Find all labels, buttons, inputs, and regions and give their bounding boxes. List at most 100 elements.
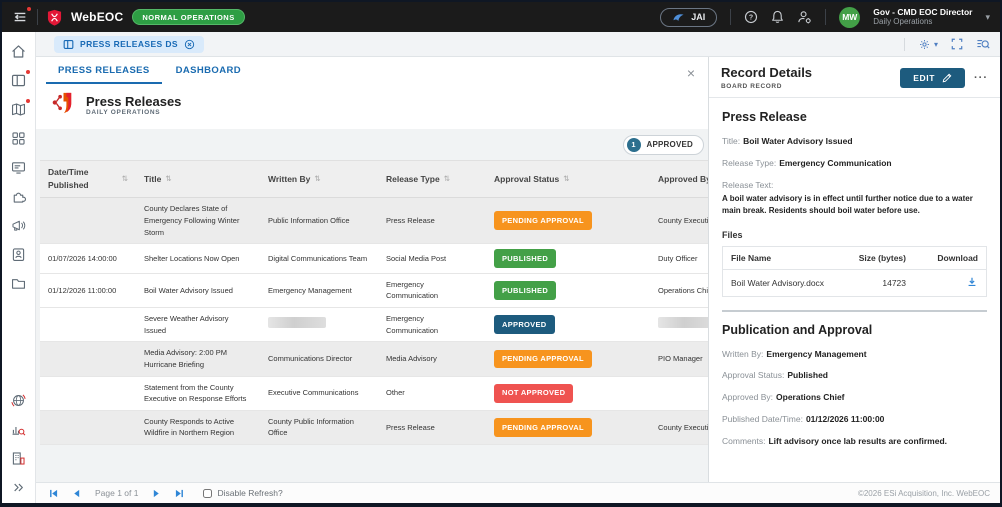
column-header-approval-status[interactable]: Approval Status ⇅	[486, 161, 650, 197]
table-row[interactable]: 01/12/2026 11:00:00Boil Water Advisory I…	[40, 274, 708, 308]
table-cell	[40, 388, 136, 398]
divider	[730, 9, 731, 25]
first-page-button[interactable]	[49, 489, 58, 498]
sidebar-displays-icon[interactable]	[10, 159, 27, 176]
sidebar-contacts-icon[interactable]	[10, 246, 27, 263]
sort-icon: ⇅	[563, 173, 569, 185]
approved-filter-chip[interactable]: 1 APPROVED	[623, 135, 705, 155]
table-cell: Executive Communications	[260, 382, 378, 404]
table-cell	[40, 216, 136, 226]
table-cell: Communications Director	[260, 348, 378, 370]
last-page-button[interactable]	[175, 489, 184, 498]
column-header-approved-by[interactable]: Approved By⇅	[650, 161, 708, 197]
sidebar-organization-icon[interactable]	[10, 450, 27, 467]
table-row[interactable]: Media Advisory: 2:00 PM Hurricane Briefi…	[40, 342, 708, 376]
table-row[interactable]: County Declares State of Emergency Follo…	[40, 198, 708, 244]
detail-field: Release Type:Emergency Communication	[722, 157, 987, 169]
jai-button[interactable]: JAI	[660, 8, 717, 27]
user-avatar[interactable]: MW	[839, 7, 860, 28]
board-icon	[63, 39, 74, 50]
column-header-release-type[interactable]: Release Type⇅	[378, 161, 486, 197]
files-table-header: File Name Size (bytes) Download	[723, 247, 986, 270]
sidebar-boards-icon[interactable]	[10, 72, 27, 89]
column-header-date[interactable]: Date/Time Published⇅	[40, 161, 136, 197]
edit-button[interactable]: EDIT	[900, 68, 965, 88]
more-menu-icon[interactable]: ···	[974, 72, 988, 84]
collapse-menu-icon[interactable]	[12, 9, 28, 25]
help-icon[interactable]: ?	[744, 10, 758, 24]
sort-icon: ⇅	[165, 173, 171, 185]
sidebar-expand-icon[interactable]	[10, 479, 27, 496]
notification-dot	[25, 98, 31, 104]
table-cell: Operations Chief	[650, 280, 708, 302]
board-tabs: PRESS RELEASES DASHBOARD	[36, 57, 708, 84]
panel-subtitle: BOARD RECORD	[721, 83, 812, 91]
column-label: Approved By	[658, 173, 708, 186]
redacted-value	[658, 317, 708, 328]
board-subtitle: DAILY OPERATIONS	[86, 109, 181, 116]
sidebar-maps-icon[interactable]	[10, 101, 27, 118]
board-toolbar: 1 APPROVED	[36, 129, 708, 160]
status-badge: PUBLISHED	[494, 281, 556, 300]
column-header-written-by[interactable]: Written By⇅	[260, 161, 378, 197]
close-circle-icon[interactable]	[184, 39, 195, 50]
table-cell: Media Advisory: 2:00 PM Hurricane Briefi…	[136, 342, 260, 375]
next-page-button[interactable]	[152, 489, 161, 498]
table-cell: Duty Officer	[650, 248, 708, 270]
tab-dashboard[interactable]: DASHBOARD	[164, 65, 253, 84]
tab-press-releases[interactable]: PRESS RELEASES	[46, 65, 162, 84]
table-row[interactable]: Statement from the County Executive on R…	[40, 377, 708, 411]
field-value: Emergency Management	[766, 349, 866, 359]
approved-label: APPROVED	[647, 140, 694, 149]
sidebar-home-icon[interactable]	[10, 43, 27, 60]
sidebar-analytics-icon[interactable]	[10, 421, 27, 438]
workspace-tab-press-releases-ds[interactable]: PRESS RELEASES DS	[54, 36, 204, 53]
field-value: 01/12/2026 11:00:00	[806, 414, 884, 424]
record-details-body: Press Release Title:Boil Water Advisory …	[709, 98, 1000, 482]
top-bar: WebEOC NORMAL OPERATIONS JAI ? MW Gov - …	[2, 2, 1000, 32]
disable-refresh-checkbox[interactable]	[203, 489, 212, 498]
field-label: Title:	[722, 136, 740, 146]
table-cell: PENDING APPROVAL	[486, 413, 650, 442]
section-divider	[722, 310, 987, 312]
notifications-bell-icon[interactable]	[771, 10, 784, 24]
detail-field: Comments:Lift advisory once lab results …	[722, 435, 987, 447]
table-cell: PIO Manager	[650, 348, 708, 370]
caret-down-icon: ▾	[934, 40, 938, 49]
sidebar-apps-icon[interactable]	[10, 130, 27, 147]
table-cell: Statement from the County Executive on R…	[136, 377, 260, 410]
sidebar-broadcast-icon[interactable]	[10, 217, 27, 234]
field-label: Written By:	[722, 349, 763, 359]
board-settings-gear-icon[interactable]: ▾	[918, 38, 938, 51]
table-row[interactable]: Severe Weather Advisory IssuedEmergency …	[40, 308, 708, 342]
close-icon[interactable]: ×	[687, 66, 695, 80]
sidebar-plugins-icon[interactable]	[10, 188, 27, 205]
table-cell: Press Release	[378, 210, 486, 232]
record-search-icon[interactable]	[976, 38, 990, 50]
sidebar-files-icon[interactable]	[10, 275, 27, 292]
table-cell: County Executive	[650, 210, 708, 232]
file-size: 14723	[848, 278, 920, 288]
table-cell: Severe Weather Advisory Issued	[136, 308, 260, 341]
fullscreen-icon[interactable]	[951, 38, 963, 50]
column-header-title[interactable]: Title⇅	[136, 161, 260, 197]
sidebar-globe-icon[interactable]	[10, 392, 27, 409]
previous-page-button[interactable]	[72, 489, 81, 498]
approved-count: 1	[627, 138, 641, 152]
publication-fields: Written By:Emergency ManagementApproval …	[722, 348, 987, 448]
user-settings-icon[interactable]	[797, 10, 812, 24]
board-header: Press Releases DAILY OPERATIONS	[36, 84, 708, 129]
column-label: Approval Status	[494, 173, 559, 186]
download-icon[interactable]	[966, 276, 978, 290]
table-header: Date/Time Published⇅ Title⇅ Written By⇅ …	[40, 160, 708, 198]
table-row[interactable]: County Responds to Active Wildfire in No…	[40, 411, 708, 445]
table-row[interactable]: 01/07/2026 14:00:00Shelter Locations Now…	[40, 244, 708, 274]
status-badge: PENDING APPROVAL	[494, 418, 592, 437]
field-label: Approved By:	[722, 392, 773, 402]
files-table-body: Boil Water Advisory.docx14723	[723, 270, 986, 296]
jai-label: JAI	[691, 12, 705, 22]
caret-down-icon[interactable]: ▾	[985, 12, 990, 23]
user-menu[interactable]: Gov - CMD EOC Director Daily Operations	[873, 7, 972, 28]
table-cell: Social Media Post	[378, 248, 486, 270]
record-details-header: Record Details BOARD RECORD EDIT ···	[709, 57, 1000, 98]
